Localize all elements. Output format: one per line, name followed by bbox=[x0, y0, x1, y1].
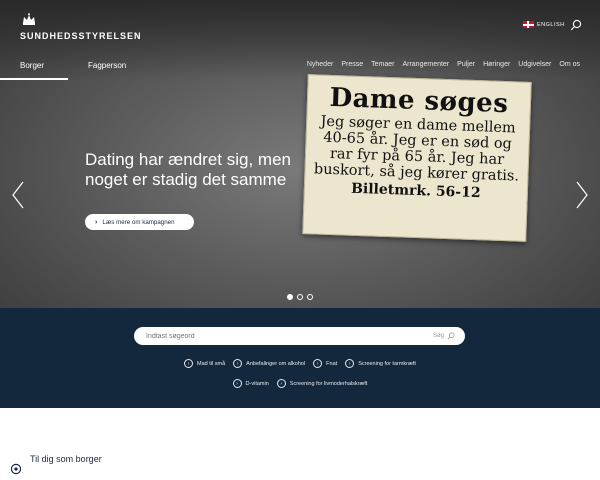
nav-item-udgivelser[interactable]: Udgivelser bbox=[518, 61, 551, 68]
quick-link[interactable]: › Fnat bbox=[313, 359, 337, 368]
campaign-button-label: Læs mere om kampagnen bbox=[102, 218, 175, 226]
quick-link[interactable]: › Anbefalinger om alkohol bbox=[233, 359, 305, 368]
audience-tabs: Borger Fagperson bbox=[0, 56, 136, 80]
section-title: Til dig som borger bbox=[30, 454, 102, 464]
quick-link-label: D-vitamin bbox=[245, 380, 269, 387]
quick-link-label: Screening for tarmkræft bbox=[358, 360, 416, 367]
nav-item-presse[interactable]: Presse bbox=[341, 61, 363, 68]
quick-link-label: Screening for livmoderhalskræft bbox=[289, 380, 368, 387]
quick-links-row-2: › D-vitamin › Screening for livmoderhalskr… bbox=[0, 379, 600, 388]
brand-name: SUNDHEDSSTYRELSEN bbox=[20, 31, 142, 41]
chevron-right-icon: › bbox=[95, 218, 98, 226]
nav-item-nyheder[interactable]: Nyheder bbox=[307, 61, 333, 68]
search-icon bbox=[447, 332, 455, 340]
hero-carousel: SUNDHEDSSTYRELSEN ENGLISH Borger Fagpers… bbox=[0, 0, 600, 308]
chevron-circle-icon: › bbox=[313, 359, 323, 368]
hero-headline: Dating har ændret sig, men noget er stad… bbox=[85, 150, 345, 190]
chevron-circle-icon: › bbox=[232, 379, 242, 388]
nav-item-temaer[interactable]: Temaer bbox=[371, 61, 394, 68]
carousel-dots bbox=[287, 294, 313, 300]
tab-fagperson[interactable]: Fagperson bbox=[68, 56, 136, 80]
carousel-prev-icon[interactable] bbox=[10, 180, 26, 210]
chevron-circle-icon: › bbox=[233, 359, 243, 368]
carousel-dot-2[interactable] bbox=[297, 294, 303, 300]
headline-line-1: Dating har ændret sig, men bbox=[85, 150, 291, 169]
crown-icon bbox=[23, 13, 35, 25]
quick-link-label: Fnat bbox=[326, 360, 338, 367]
chevron-circle-icon: › bbox=[345, 359, 355, 368]
nav-item-puljer[interactable]: Puljer bbox=[457, 61, 475, 68]
quick-link[interactable]: › Screening for tarmkræft bbox=[345, 359, 416, 368]
carousel-next-icon[interactable] bbox=[574, 180, 590, 210]
search-input[interactable] bbox=[146, 332, 433, 340]
nav-item-arrangementer[interactable]: Arrangementer bbox=[402, 61, 449, 68]
search-icon[interactable] bbox=[570, 19, 582, 31]
campaign-button[interactable]: › Læs mere om kampagnen bbox=[85, 214, 194, 230]
chevron-circle-icon: › bbox=[276, 379, 286, 388]
search-band: Søg ›Mad til små ›Anbefalinger om alkoho… bbox=[0, 308, 600, 408]
borger-icon bbox=[10, 463, 22, 475]
quick-links-row-1: › Mad til små › Anbefalinger om alkohol › F… bbox=[0, 359, 600, 368]
quick-link-label: Anbefalinger om alkohol bbox=[246, 360, 306, 367]
language-switch[interactable]: ENGLISH bbox=[523, 21, 565, 28]
quick-link-label: Mad til små bbox=[197, 360, 226, 367]
carousel-dot-1[interactable] bbox=[287, 294, 293, 300]
search-field: Søg bbox=[134, 327, 465, 345]
carousel-dot-3[interactable] bbox=[307, 294, 313, 300]
site-logo[interactable]: SUNDHEDSSTYRELSEN bbox=[20, 12, 142, 41]
nav-item-horinger[interactable]: Høringer bbox=[483, 61, 510, 68]
nav-item-om-os[interactable]: Om os bbox=[559, 61, 580, 68]
main-nav: Nyheder Presse Temaer Arrangementer Pulj… bbox=[307, 61, 580, 68]
uk-flag-icon bbox=[523, 21, 534, 28]
chevron-circle-icon: › bbox=[184, 359, 194, 368]
quick-link[interactable]: › D-vitamin bbox=[232, 379, 269, 388]
tab-borger[interactable]: Borger bbox=[0, 56, 68, 80]
search-button[interactable]: Søg bbox=[433, 332, 455, 340]
language-label: ENGLISH bbox=[537, 21, 565, 28]
quick-link[interactable]: › Screening for livmoderhalskræft bbox=[276, 379, 368, 388]
headline-line-2: noget er stadig det samme bbox=[85, 170, 287, 189]
quick-link[interactable]: › Mad til små bbox=[184, 359, 225, 368]
search-button-label: Søg bbox=[432, 333, 444, 339]
